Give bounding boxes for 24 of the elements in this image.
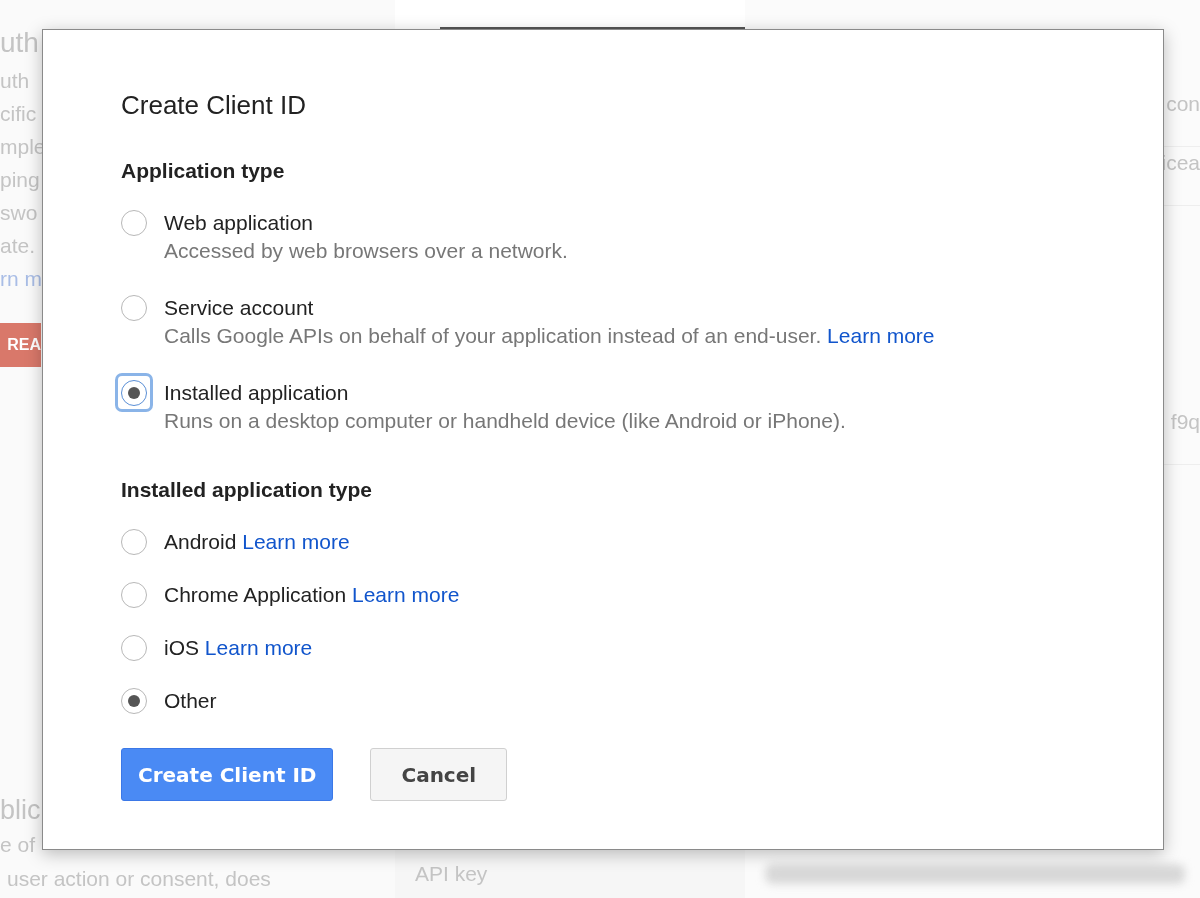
- learn-more-link[interactable]: Learn more: [351, 583, 460, 606]
- option-label: Service account: [164, 295, 315, 321]
- learn-more-link[interactable]: Learn more: [827, 324, 935, 347]
- option-label: Other: [164, 689, 217, 712]
- section-heading: Installed application type: [121, 477, 373, 503]
- option-label: iOS: [164, 636, 199, 659]
- radio-button[interactable]: [121, 210, 147, 236]
- radio-button[interactable]: [121, 635, 147, 661]
- radio-button[interactable]: [121, 688, 147, 714]
- learn-more-link[interactable]: Learn more: [242, 530, 350, 553]
- dialog-title: Create Client ID: [121, 89, 307, 122]
- radio-button[interactable]: [121, 582, 147, 608]
- option-label: Chrome Application: [164, 583, 347, 606]
- option-label: Web application: [164, 210, 315, 236]
- option-label: Installed application: [164, 380, 350, 406]
- option-description: Calls Google APIs on behalf of your application instead of an end-user.: [164, 324, 822, 347]
- option-description: Accessed by web browsers over a network.: [164, 239, 568, 262]
- option-label: Android: [164, 530, 237, 553]
- create-client-id-button[interactable]: Create Client ID: [121, 748, 334, 801]
- learn-more-link[interactable]: Learn more: [204, 636, 313, 659]
- radio-button[interactable]: [121, 529, 147, 555]
- radio-button[interactable]: [121, 295, 147, 321]
- cancel-button[interactable]: Cancel: [370, 748, 508, 801]
- section-heading: Application type: [121, 158, 286, 184]
